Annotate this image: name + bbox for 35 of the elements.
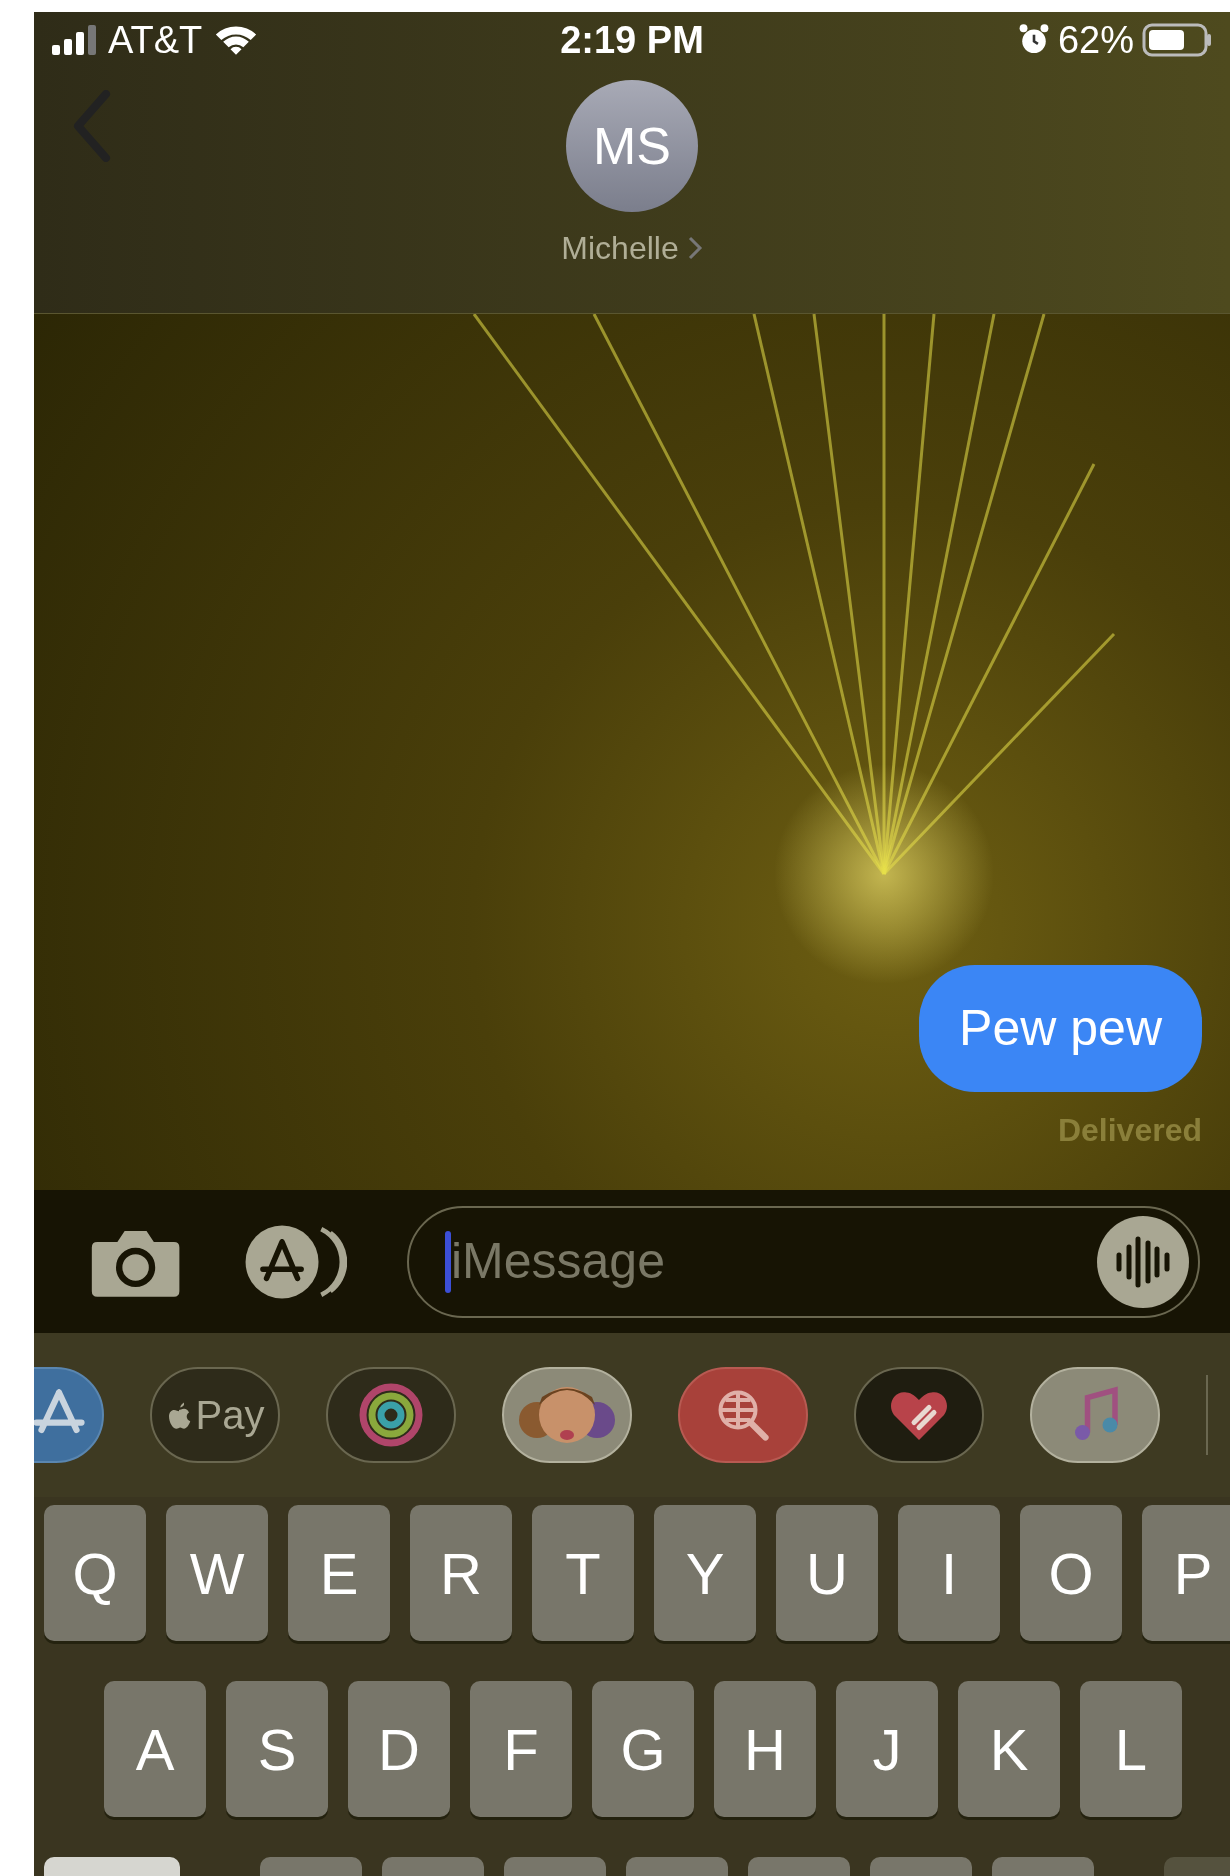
keyboard-key[interactable]: E [288,1505,390,1641]
battery-icon [1142,23,1212,57]
keyboard-key[interactable]: L [1080,1681,1182,1817]
keyboard-key[interactable]: F [470,1681,572,1817]
contact-avatar[interactable]: MS [566,80,698,212]
apple-pay-label: Pay [195,1392,265,1439]
chevron-right-icon [686,235,703,261]
keyboard-key[interactable]: O [1020,1505,1122,1641]
contact-name[interactable]: Michelle [561,224,679,272]
keyboard-key[interactable]: Y [654,1505,756,1641]
keyboard-key[interactable]: R [410,1505,512,1641]
keyboard-key[interactable]: J [836,1681,938,1817]
keyboard-key[interactable]: P [1142,1505,1230,1641]
keyboard-key[interactable]: S [226,1681,328,1817]
keyboard-key[interactable]: D [348,1681,450,1817]
keyboard-key[interactable]: G [592,1681,694,1817]
keyboard-key[interactable]: I [898,1505,1000,1641]
wifi-icon [214,23,259,57]
text-cursor [445,1230,451,1293]
keyboard-key[interactable]: K [958,1681,1060,1817]
message-field[interactable]: iMessage [407,1205,1200,1318]
keyboard-key[interactable]: A [104,1681,206,1817]
carrier-name: AT&T [108,17,203,63]
keyboard-key[interactable]: T [532,1505,634,1641]
keyboard-key[interactable]: Q [44,1505,146,1641]
activity-rings-icon [358,1382,424,1448]
delivery-status: Delivered [1057,1111,1202,1150]
signal-icon [52,25,96,55]
message-bubble: Pew pew [919,965,1202,1092]
battery-percentage: 62% [1057,17,1134,63]
status-time: 2:19 PM [560,17,704,63]
apple-pay-button[interactable]: Pay [150,1367,280,1463]
keyboard-key[interactable]: U [776,1505,878,1641]
keyboard-key[interactable]: H [714,1681,816,1817]
keyboard-key[interactable]: W [166,1505,268,1641]
